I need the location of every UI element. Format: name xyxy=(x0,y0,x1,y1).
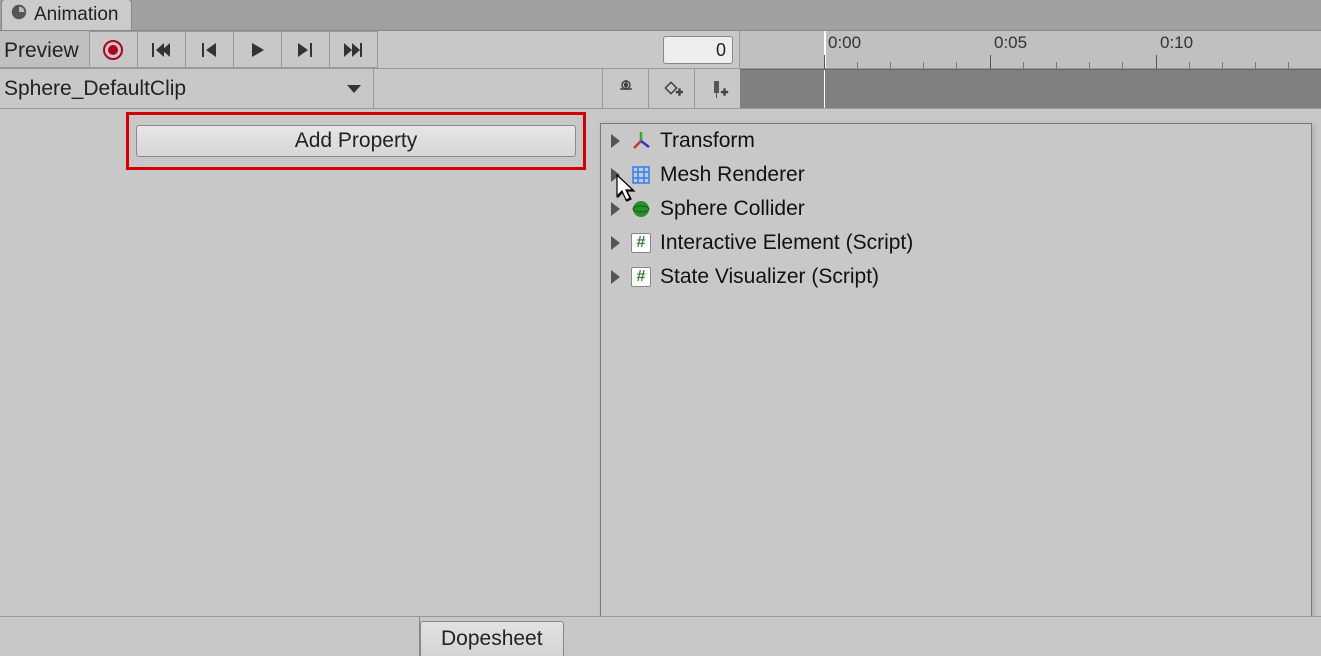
timeline-track[interactable] xyxy=(740,69,1321,108)
clock-icon xyxy=(10,3,28,27)
script-icon: # xyxy=(630,232,652,254)
property-label: State Visualizer (Script) xyxy=(660,265,879,289)
sphere-collider-icon xyxy=(630,198,652,220)
property-label: Transform xyxy=(660,129,755,153)
last-frame-button[interactable] xyxy=(330,31,378,68)
record-button[interactable] xyxy=(90,31,138,68)
clip-row: Sphere_DefaultClip + + xyxy=(0,69,1321,109)
svg-text:+: + xyxy=(721,85,728,99)
frame-number-input[interactable] xyxy=(663,36,733,64)
tab-animation[interactable]: Animation xyxy=(1,0,132,30)
tab-title: Animation xyxy=(34,4,119,26)
bottom-bar: Dopesheet xyxy=(0,616,1321,656)
property-label: Mesh Renderer xyxy=(660,163,805,187)
ruler-label: 0:10 xyxy=(1160,33,1193,53)
script-icon: # xyxy=(630,266,652,288)
mesh-renderer-icon xyxy=(630,164,652,186)
add-property-button[interactable]: Add Property xyxy=(136,125,576,157)
property-item-state-visualizer[interactable]: # State Visualizer (Script) xyxy=(601,260,1311,294)
property-label: Interactive Element (Script) xyxy=(660,231,913,255)
tab-bar: Animation xyxy=(0,0,1321,31)
dopesheet-tab[interactable]: Dopesheet xyxy=(420,621,564,656)
clip-name: Sphere_DefaultClip xyxy=(4,77,186,101)
first-frame-button[interactable] xyxy=(138,31,186,68)
timeline-ruler[interactable]: 0:00 0:05 0:10 xyxy=(740,31,1321,68)
expand-icon xyxy=(611,202,620,216)
svg-text:+: + xyxy=(676,85,683,99)
property-item-transform[interactable]: Transform xyxy=(601,124,1311,158)
next-frame-button[interactable] xyxy=(282,31,330,68)
expand-icon xyxy=(611,236,620,250)
toolbar: Preview 0:00 0:05 0:10 xyxy=(0,31,1321,69)
property-popup: Transform Mesh Renderer Sphere Collider … xyxy=(600,123,1312,623)
property-item-mesh-renderer[interactable]: Mesh Renderer xyxy=(601,158,1311,192)
expand-icon xyxy=(611,168,620,182)
preview-button[interactable]: Preview xyxy=(0,31,90,68)
play-button[interactable] xyxy=(234,31,282,68)
clip-selector-dropdown[interactable]: Sphere_DefaultClip xyxy=(0,69,374,108)
prev-frame-button[interactable] xyxy=(186,31,234,68)
ruler-label: 0:05 xyxy=(994,33,1027,53)
chevron-down-icon xyxy=(347,85,361,93)
add-event-button[interactable]: + xyxy=(694,69,740,108)
property-label: Sphere Collider xyxy=(660,197,805,221)
expand-icon xyxy=(611,134,620,148)
expand-icon xyxy=(611,270,620,284)
property-item-sphere-collider[interactable]: Sphere Collider xyxy=(601,192,1311,226)
filter-by-selection-button[interactable] xyxy=(602,69,648,108)
property-item-interactive-element[interactable]: # Interactive Element (Script) xyxy=(601,226,1311,260)
add-keyframe-button[interactable]: + xyxy=(648,69,694,108)
ruler-label: 0:00 xyxy=(828,33,861,53)
animation-main-area: Add Property Transform Mesh Renderer Sph… xyxy=(0,109,1321,616)
add-property-highlight: Add Property xyxy=(126,112,586,170)
transform-icon xyxy=(630,130,652,152)
